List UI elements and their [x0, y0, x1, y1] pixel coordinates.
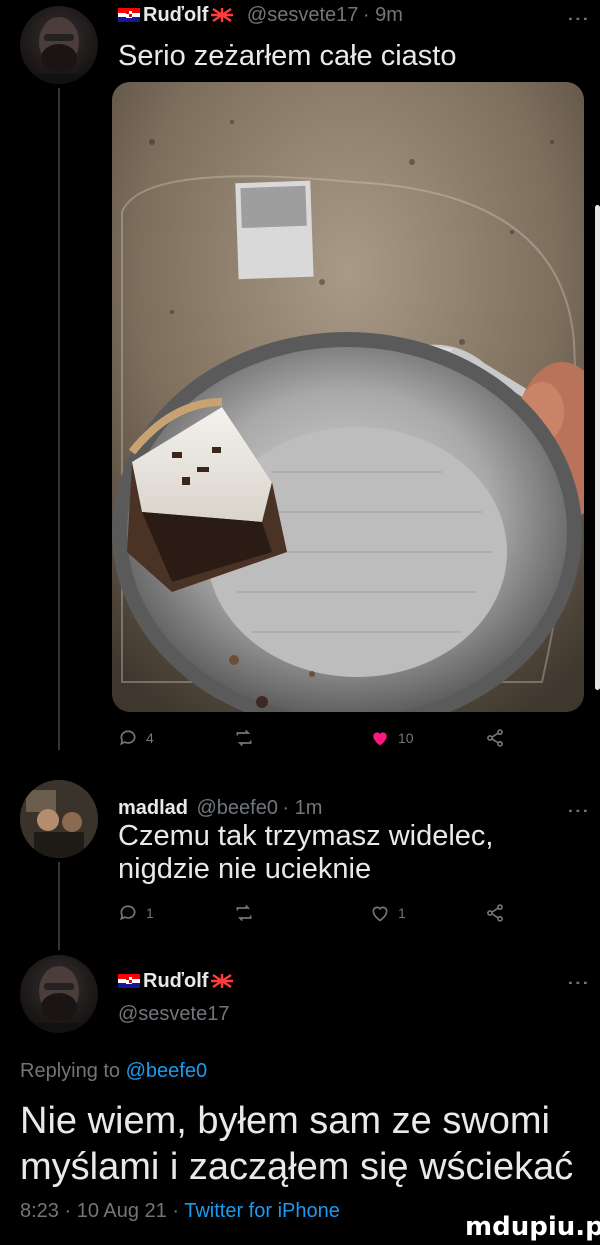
tweet-time[interactable]: 9m	[375, 4, 403, 26]
like-count: 10	[398, 730, 414, 746]
reply-icon	[120, 905, 136, 921]
avatar-face-icon	[34, 17, 84, 84]
retweet-icon	[236, 904, 252, 922]
croatia-flag-icon	[118, 974, 140, 988]
handle[interactable]: @sesvete17	[247, 4, 358, 26]
share-icon	[487, 904, 503, 922]
share-button[interactable]	[485, 728, 505, 748]
replying-to-link[interactable]: @beefe0	[126, 1060, 207, 1082]
tweet-source-link[interactable]: Twitter for iPhone	[184, 1200, 340, 1222]
like-count: 1	[398, 905, 406, 921]
retweet-icon	[236, 729, 252, 747]
tweet-text-line: nigdzie nie ucieknie	[118, 853, 372, 885]
tweet-text-line: Czemu tak trzymasz widelec,	[118, 820, 494, 852]
avatar-group-photo-icon	[20, 780, 98, 858]
more-options-icon[interactable]: ⋮	[565, 972, 591, 994]
more-options-icon[interactable]: ⋮	[565, 8, 591, 30]
retweet-button[interactable]	[234, 903, 254, 923]
focused-tweet-text: Nie wiem, byłem sam ze swomi myślami i z…	[20, 1098, 573, 1190]
replying-prefix: Replying to	[20, 1060, 121, 1082]
heart-outline-icon	[372, 906, 388, 922]
tweet-meta: 8:23 · 10 Aug 21 · Twitter for iPhone	[20, 1200, 340, 1223]
retweet-button[interactable]	[234, 728, 254, 748]
avatar-madlad[interactable]	[20, 780, 98, 858]
tweet-header: madlad @beefe0 · 1m	[118, 797, 323, 819]
tweet-text-line: Nie wiem, byłem sam ze swomi	[20, 1100, 550, 1142]
reply-button[interactable]: 4	[118, 728, 154, 748]
display-name[interactable]: madlad	[118, 797, 188, 819]
pie-photo-image	[112, 82, 584, 712]
tweet-text: Czemu tak trzymasz widelec, nigdzie nie …	[118, 820, 494, 886]
handle[interactable]: @beefe0	[196, 797, 277, 819]
tweet-time[interactable]: 1m	[295, 797, 323, 819]
replying-to: Replying to @beefe0	[20, 1060, 207, 1083]
tweet-header: Ruďolf	[118, 970, 236, 993]
scrollbar[interactable]	[595, 205, 600, 690]
display-name[interactable]: Ruďolf	[143, 970, 208, 992]
tweet-photo[interactable]	[112, 82, 584, 712]
tweet-text: Serio zeżarłem całe ciasto	[118, 40, 457, 72]
tweet-text-line: myślami i zacząłem się wściekać	[20, 1146, 574, 1188]
tweet-header: Ruďolf @sesvete17 · 9m	[118, 4, 403, 27]
heart-filled-icon	[373, 732, 387, 746]
display-name[interactable]: Ruďolf	[143, 4, 208, 26]
avatar-rudolf[interactable]	[20, 955, 98, 1033]
croatia-flag-icon	[211, 8, 234, 22]
avatar-rudolf[interactable]	[20, 6, 98, 84]
avatar-face-icon	[34, 966, 84, 1033]
thread-line	[58, 88, 60, 750]
like-button[interactable]: 10	[370, 728, 414, 748]
reply-icon	[120, 730, 136, 746]
share-icon	[487, 729, 503, 747]
share-button[interactable]	[485, 903, 505, 923]
reply-button[interactable]: 1	[118, 903, 154, 923]
croatia-flag-icon	[118, 8, 140, 22]
reply-count: 4	[146, 730, 154, 746]
like-button[interactable]: 1	[370, 903, 406, 923]
croatia-flag-icon	[211, 974, 234, 988]
more-options-icon[interactable]: ⋮	[565, 800, 591, 822]
reply-count: 1	[146, 905, 154, 921]
handle[interactable]: @sesvete17	[118, 1003, 229, 1026]
thread-line	[58, 862, 60, 950]
tweet-timestamp[interactable]: 8:23 · 10 Aug 21 ·	[20, 1200, 179, 1222]
watermark: mdupiu.pl	[465, 1212, 600, 1242]
